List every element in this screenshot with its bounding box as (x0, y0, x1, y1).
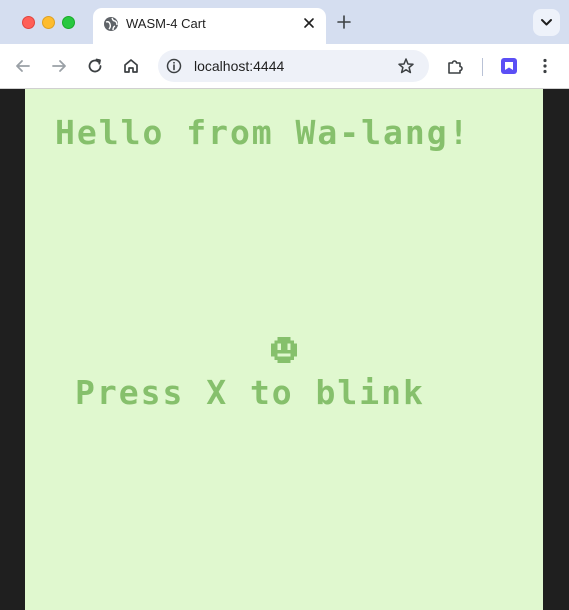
bookmark-star-icon[interactable] (397, 57, 415, 75)
maximize-window-button[interactable] (62, 16, 75, 29)
reload-icon[interactable] (86, 57, 104, 75)
game-prompt: Press X to blink (75, 373, 425, 412)
page-viewport: Hello from Wa-lang! Press X to blink (0, 89, 569, 610)
site-info-icon[interactable] (166, 58, 182, 74)
new-tab-icon[interactable] (337, 15, 351, 29)
minimize-window-button[interactable] (42, 16, 55, 29)
extension-icon[interactable] (500, 57, 518, 75)
globe-icon (104, 17, 118, 31)
tab-strip: WASM-4 Cart (0, 0, 569, 44)
browser-toolbar: localhost:4444 (0, 44, 569, 89)
kebab-menu-icon[interactable] (536, 57, 554, 75)
game-canvas[interactable]: Hello from Wa-lang! Press X to blink (25, 89, 543, 610)
back-arrow-icon[interactable] (14, 57, 32, 75)
extensions-puzzle-icon[interactable] (446, 57, 464, 75)
close-window-button[interactable] (22, 16, 35, 29)
url-text[interactable]: localhost:4444 (194, 57, 284, 75)
tab-title: WASM-4 Cart (126, 16, 206, 31)
chevron-down-icon (541, 19, 552, 26)
forward-arrow-icon[interactable] (50, 57, 68, 75)
address-bar[interactable]: localhost:4444 (158, 50, 429, 82)
tab-search-button[interactable] (533, 9, 560, 36)
browser-window: WASM-4 Cart localhost:4444 Hello from Wa… (0, 0, 569, 610)
smiley-sprite-icon (271, 337, 297, 363)
close-tab-icon[interactable] (302, 16, 316, 30)
game-headline: Hello from Wa-lang! (55, 113, 471, 152)
home-icon[interactable] (122, 57, 140, 75)
toolbar-divider (482, 58, 483, 76)
tab-active[interactable]: WASM-4 Cart (93, 8, 326, 44)
